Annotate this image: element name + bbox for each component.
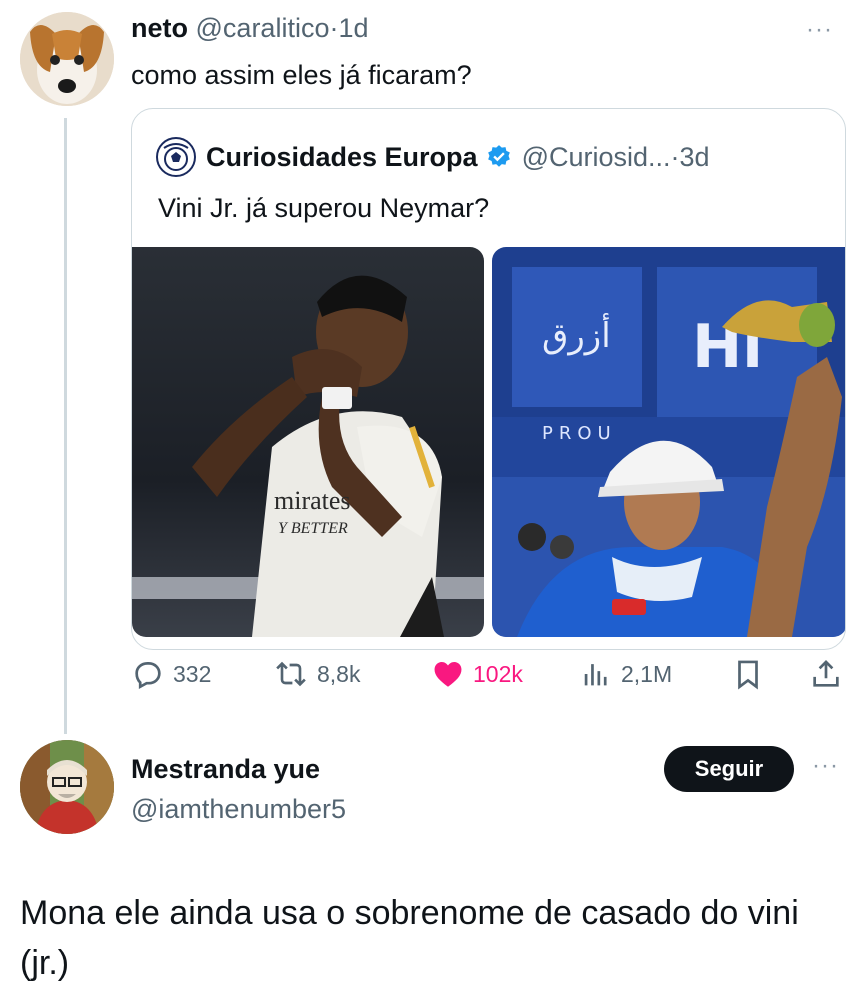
verified-badge-icon	[487, 145, 510, 167]
like-count: 102k	[473, 660, 523, 687]
thread-connector-line	[64, 118, 67, 734]
vini-photo: mirates Y BETTER	[132, 247, 484, 637]
jersey-sponsor-text: mirates	[274, 486, 351, 515]
reply-button[interactable]: 332	[131, 652, 211, 696]
tweet2-display-name[interactable]: Mestranda yue	[131, 752, 320, 786]
tweet1-time[interactable]: 1d	[338, 13, 368, 43]
views-icon	[584, 664, 607, 686]
avatar-mestranda-yue[interactable]	[20, 740, 114, 834]
quoted-display-name[interactable]: Curiosidades Europa	[206, 142, 478, 173]
tweet1-more-icon[interactable]: ···	[806, 16, 833, 44]
quoted-separator: ·	[670, 141, 680, 172]
avatar-neto[interactable]	[20, 12, 114, 106]
views-button[interactable]: 2,1M	[579, 652, 672, 696]
tweet2-handle[interactable]: @iamthenumber5	[131, 792, 346, 826]
heart-icon	[434, 661, 462, 687]
tweet2-more-icon[interactable]: ···	[812, 752, 839, 780]
retweet-icon	[276, 661, 306, 687]
bookmark-icon	[738, 660, 758, 690]
reply-icon	[135, 662, 161, 690]
quoted-handle[interactable]: @Curiosid...	[522, 142, 671, 173]
share-button[interactable]	[809, 652, 851, 696]
jersey-sponsor-subtext: Y BETTER	[278, 520, 348, 537]
retweet-button[interactable]: 8,8k	[273, 652, 360, 696]
tweet1-header: neto @caralitico·1d	[131, 12, 369, 44]
share-icon	[813, 660, 839, 687]
quoted-text: Vini Jr. já superou Neymar?	[158, 193, 490, 223]
tweet-actions-bar: 332 8,8k 102k 2,1M	[131, 652, 846, 696]
follow-button[interactable]: Seguir	[664, 746, 794, 792]
views-count: 2,1M	[621, 660, 673, 687]
banner-text: PROU	[542, 423, 617, 444]
champions-league-logo-icon	[156, 137, 196, 177]
retweet-count: 8,8k	[317, 660, 361, 687]
quoted-time[interactable]: 3d	[680, 142, 710, 173]
cartoon-avatar-image	[20, 740, 114, 834]
like-button[interactable]: 102k	[431, 652, 523, 696]
quoted-tweet-card[interactable]: Curiosidades Europa @Curiosid... · 3d Vi…	[131, 108, 846, 650]
quoted-image-vini[interactable]: mirates Y BETTER	[132, 247, 484, 637]
tweet1-handle[interactable]: @caralitico	[196, 13, 330, 43]
tweet1-text: como assim eles já ficaram?	[131, 60, 472, 90]
reply-count: 332	[173, 660, 212, 687]
tweet2-text: Mona ele ainda usa o sobrenome de casado…	[20, 894, 799, 982]
neymar-photo: أزرق Hl PROU	[492, 247, 845, 637]
bookmark-button[interactable]	[731, 652, 773, 696]
dog-avatar-image	[20, 12, 114, 106]
tweet1-display-name[interactable]: neto	[131, 13, 188, 43]
quoted-header: Curiosidades Europa @Curiosid... · 3d	[156, 137, 710, 177]
banner-arabic-text: أزرق	[542, 313, 611, 356]
quoted-image-neymar[interactable]: أزرق Hl PROU	[492, 247, 845, 637]
